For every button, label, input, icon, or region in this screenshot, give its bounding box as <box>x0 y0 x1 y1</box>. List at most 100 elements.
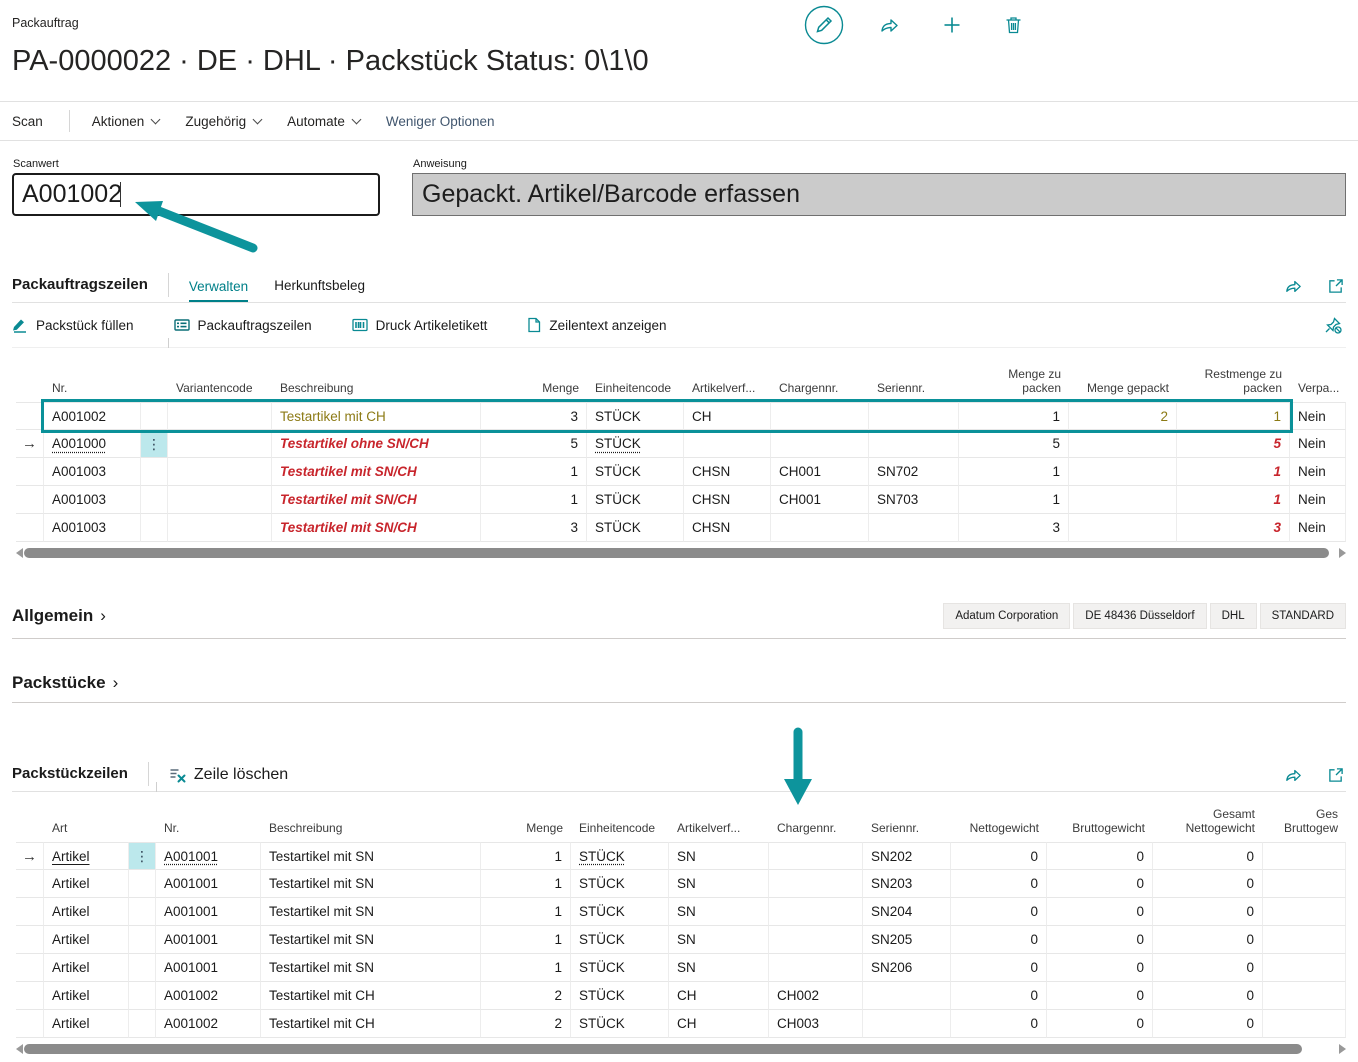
cell[interactable]: 0 <box>1047 954 1153 982</box>
cell[interactable]: 1 <box>1177 402 1290 430</box>
lines-share-button[interactable] <box>1285 278 1302 294</box>
cell[interactable]: 2 <box>481 982 571 1010</box>
cell[interactable]: 3 <box>1177 514 1290 542</box>
menu-item-aktionen[interactable]: Aktionen <box>92 114 160 129</box>
allgemein-group-header[interactable]: Allgemein › Adatum Corporation DE 48436 … <box>12 603 1346 639</box>
cell[interactable] <box>1263 954 1346 982</box>
cell[interactable]: SN <box>669 926 769 954</box>
cell[interactable]: STÜCK <box>587 458 684 486</box>
cell[interactable]: A001002 <box>156 982 261 1010</box>
cell[interactable]: 0 <box>1047 898 1153 926</box>
cell[interactable]: 0 <box>951 870 1047 898</box>
unpin-button[interactable] <box>1324 316 1346 334</box>
pieces-horizontal-scrollbar[interactable] <box>16 1043 1346 1055</box>
column-header[interactable]: Nr. <box>156 792 261 842</box>
cell[interactable]: SN <box>669 898 769 926</box>
cell[interactable]: Nein <box>1290 402 1346 430</box>
row-selector[interactable] <box>16 486 44 514</box>
cell[interactable]: Testartikel ohne SN/CH <box>272 430 481 458</box>
cell[interactable] <box>1263 898 1346 926</box>
row-menu-cell[interactable] <box>141 514 168 542</box>
cell[interactable]: Artikel <box>44 926 129 954</box>
cell[interactable]: A001000 <box>44 430 141 458</box>
cell[interactable] <box>863 1010 951 1038</box>
cell[interactable]: Testartikel mit SN <box>261 842 481 870</box>
cell[interactable]: A001001 <box>156 870 261 898</box>
cell[interactable]: 1 <box>1177 486 1290 514</box>
row-menu-cell[interactable] <box>129 870 156 898</box>
cell[interactable] <box>863 982 951 1010</box>
scroll-right-arrow[interactable] <box>1339 548 1346 558</box>
cell[interactable]: STÜCK <box>587 486 684 514</box>
cell[interactable] <box>168 458 272 486</box>
cell[interactable]: A001003 <box>44 486 141 514</box>
cell[interactable]: Testartikel mit SN <box>261 898 481 926</box>
column-header[interactable]: Nr. <box>44 348 141 402</box>
cell[interactable]: 0 <box>951 898 1047 926</box>
cell[interactable]: STÜCK <box>571 870 669 898</box>
cell[interactable]: 0 <box>1153 870 1263 898</box>
cell[interactable]: Artikel <box>44 954 129 982</box>
cell[interactable]: Testartikel mit SN/CH <box>272 514 481 542</box>
row-menu-cell[interactable] <box>141 402 168 430</box>
cell[interactable]: Nein <box>1290 458 1346 486</box>
cell[interactable]: 0 <box>1153 982 1263 1010</box>
cell[interactable] <box>1263 870 1346 898</box>
cell[interactable]: 3 <box>481 514 587 542</box>
cell[interactable]: Nein <box>1290 486 1346 514</box>
column-header[interactable]: Beschreibung <box>261 792 481 842</box>
cell[interactable]: STÜCK <box>571 954 669 982</box>
cell[interactable]: Nein <box>1290 430 1346 458</box>
row-menu-cell[interactable]: ⋮ <box>129 842 156 870</box>
cell[interactable]: 5 <box>481 430 587 458</box>
row-menu-cell[interactable] <box>129 926 156 954</box>
cell[interactable]: 0 <box>951 982 1047 1010</box>
column-header[interactable]: Einheitencode <box>571 792 669 842</box>
column-header[interactable]: Gesamt Nettogewicht <box>1153 792 1263 842</box>
row-selector[interactable] <box>16 514 44 542</box>
cell[interactable]: STÜCK <box>571 898 669 926</box>
cell[interactable]: SN702 <box>869 458 959 486</box>
cell[interactable]: 1 <box>959 458 1069 486</box>
cell[interactable] <box>771 430 869 458</box>
row-menu-cell[interactable]: ⋮ <box>141 430 168 458</box>
cell[interactable]: SN <box>669 870 769 898</box>
cell[interactable]: 1 <box>959 402 1069 430</box>
cell[interactable]: Testartikel mit CH <box>272 402 481 430</box>
row-menu-cell[interactable] <box>129 982 156 1010</box>
row-menu-cell[interactable] <box>141 486 168 514</box>
cell[interactable]: A001002 <box>156 1010 261 1038</box>
zeilentext-anzeigen-button[interactable]: Zeilentext anzeigen <box>527 317 666 333</box>
cell[interactable] <box>1069 430 1177 458</box>
column-header[interactable]: Bruttogewicht <box>1047 792 1153 842</box>
cell[interactable]: CH001 <box>771 486 869 514</box>
cell[interactable]: SN205 <box>863 926 951 954</box>
cell[interactable]: SN204 <box>863 898 951 926</box>
cell[interactable]: 0 <box>1047 926 1153 954</box>
cell[interactable]: CH001 <box>771 458 869 486</box>
scroll-right-arrow[interactable] <box>1339 1044 1346 1054</box>
row-selector[interactable] <box>16 870 44 898</box>
cell[interactable]: STÜCK <box>571 1010 669 1038</box>
cell[interactable]: A001001 <box>156 926 261 954</box>
cell[interactable]: STÜCK <box>571 982 669 1010</box>
tab-verwalten[interactable]: Verwalten <box>189 279 248 303</box>
row-selector[interactable] <box>16 458 44 486</box>
column-header[interactable]: Artikelverf... <box>684 348 771 402</box>
column-header[interactable]: Seriennr. <box>869 348 959 402</box>
cell[interactable]: 5 <box>1177 430 1290 458</box>
cell[interactable] <box>1263 926 1346 954</box>
row-menu-cell[interactable] <box>129 1010 156 1038</box>
cell[interactable]: STÜCK <box>571 926 669 954</box>
pieces-open-in-window-button[interactable] <box>1328 767 1344 783</box>
lines-horizontal-scrollbar[interactable] <box>16 547 1346 559</box>
cell[interactable] <box>168 402 272 430</box>
cell[interactable] <box>769 898 863 926</box>
column-header[interactable]: Einheitencode <box>587 348 684 402</box>
cell[interactable] <box>771 402 869 430</box>
cell[interactable]: Artikel <box>44 898 129 926</box>
cell[interactable] <box>168 514 272 542</box>
cell[interactable]: Artikel <box>44 1010 129 1038</box>
cell[interactable]: CH <box>684 402 771 430</box>
cell[interactable]: CHSN <box>684 514 771 542</box>
